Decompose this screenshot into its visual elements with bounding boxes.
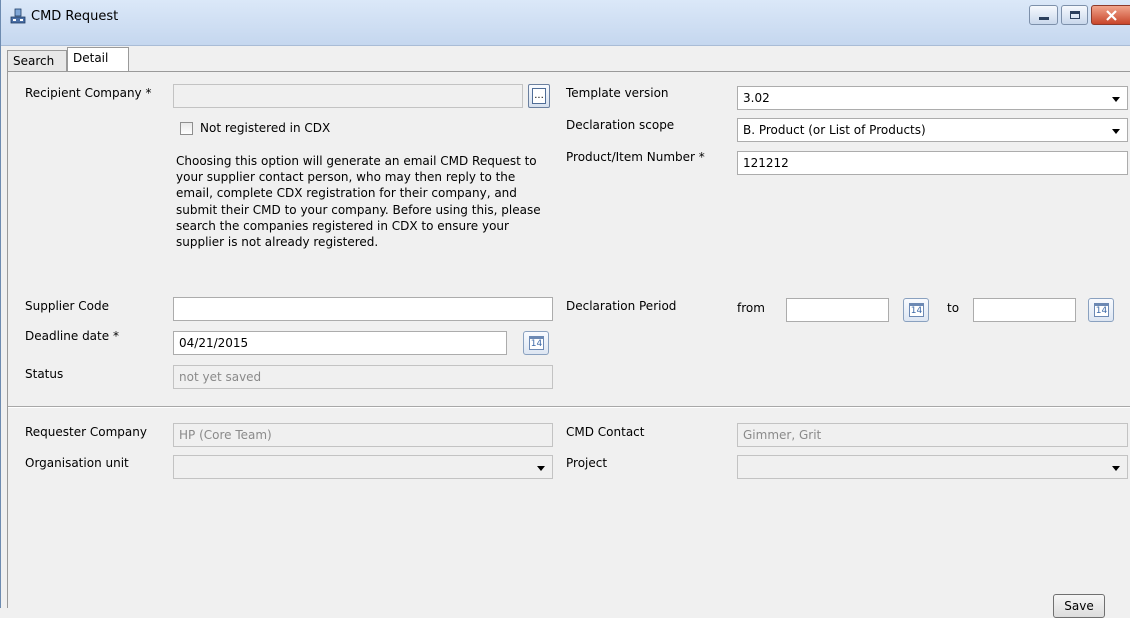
from-calendar-button[interactable]: 14 — [903, 298, 929, 322]
cmd-request-window: CMD Request Search Detail Recipient Comp… — [0, 0, 1130, 618]
product-number-input[interactable]: 121212 — [737, 151, 1128, 175]
product-number-label: Product/Item Number * — [566, 150, 705, 164]
recipient-company-label: Recipient Company * — [25, 86, 152, 100]
minimize-button[interactable] — [1029, 5, 1058, 25]
to-label: to — [947, 301, 960, 315]
app-icon — [10, 8, 26, 24]
maximize-button[interactable] — [1061, 5, 1088, 25]
to-calendar-button[interactable]: 14 — [1088, 298, 1114, 322]
declaration-scope-value: B. Product (or List of Products) — [743, 123, 926, 137]
status-label: Status — [25, 367, 64, 381]
period-from-input[interactable] — [786, 298, 889, 322]
maximize-icon — [1070, 11, 1080, 19]
supplier-code-label: Supplier Code — [25, 299, 109, 313]
chevron-down-icon — [537, 466, 545, 471]
close-icon — [1106, 10, 1117, 21]
tab-search[interactable]: Search — [7, 50, 67, 72]
cmd-contact-label: CMD Contact — [566, 425, 645, 439]
organisation-unit-select[interactable] — [173, 455, 553, 479]
supplier-code-input[interactable] — [173, 297, 553, 321]
not-registered-checkbox[interactable] — [180, 122, 193, 135]
organisation-unit-label: Organisation unit — [25, 456, 129, 470]
close-button[interactable] — [1091, 5, 1130, 25]
not-registered-description: Choosing this option will generate an em… — [176, 154, 541, 250]
status-field: not yet saved — [173, 365, 553, 389]
save-button[interactable]: Save — [1053, 594, 1105, 618]
calendar-icon: 14 — [529, 336, 544, 350]
period-to-input[interactable] — [973, 298, 1076, 322]
window-title: CMD Request — [31, 9, 119, 24]
deadline-date-input[interactable]: 04/21/2015 — [173, 331, 507, 355]
chevron-down-icon — [1112, 129, 1120, 134]
browse-icon: ... — [532, 88, 546, 104]
not-registered-label: Not registered in CDX — [200, 121, 331, 135]
title-bar: CMD Request — [1, 0, 1130, 46]
deadline-date-label: Deadline date * — [25, 329, 119, 343]
detail-panel: Recipient Company * ... Not registered i… — [7, 71, 1130, 618]
calendar-icon: 14 — [1094, 303, 1109, 317]
declaration-period-label: Declaration Period — [566, 299, 677, 313]
cmd-contact-field: Gimmer, Grit — [737, 423, 1128, 447]
from-label: from — [737, 301, 765, 315]
project-label: Project — [566, 456, 608, 470]
calendar-icon: 14 — [909, 303, 924, 317]
project-select[interactable] — [737, 455, 1128, 479]
chevron-down-icon — [1112, 466, 1120, 471]
minimize-icon — [1039, 17, 1049, 20]
declaration-scope-select[interactable]: B. Product (or List of Products) — [737, 118, 1128, 142]
declaration-scope-label: Declaration scope — [566, 118, 675, 132]
template-version-value: 3.02 — [743, 91, 770, 105]
section-divider — [8, 406, 1130, 408]
requester-company-label: Requester Company — [25, 425, 147, 439]
browse-company-button[interactable]: ... — [528, 84, 550, 108]
requester-company-field: HP (Core Team) — [173, 423, 553, 447]
recipient-company-field[interactable] — [173, 84, 523, 108]
deadline-calendar-button[interactable]: 14 — [523, 331, 549, 355]
template-version-label: Template version — [566, 86, 669, 100]
chevron-down-icon — [1112, 97, 1120, 102]
template-version-select[interactable]: 3.02 — [737, 86, 1128, 110]
tab-detail[interactable]: Detail — [67, 47, 129, 72]
